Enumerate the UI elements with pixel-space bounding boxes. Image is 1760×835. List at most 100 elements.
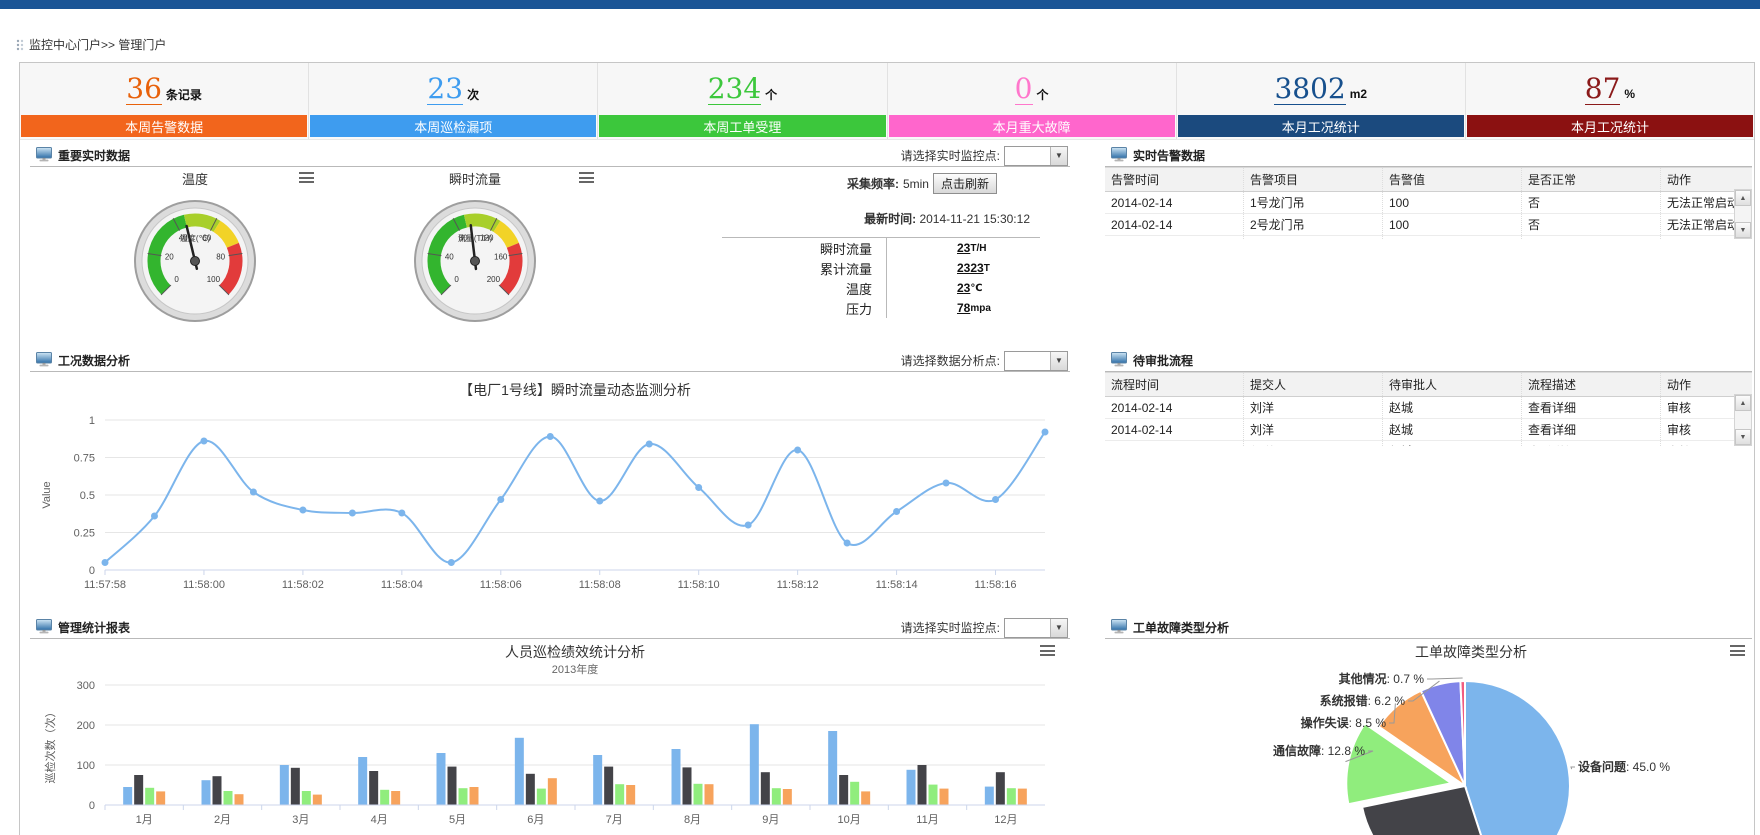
column-header: 流程描述 [1522,373,1661,397]
svg-text:Value: Value [41,481,53,508]
panel-alarms-header: 实时告警数据 [1105,145,1752,167]
chevron-down-icon: ▼ [1050,147,1067,165]
stat-card-3: 0个本月重大故障 [888,63,1177,139]
approvals-scrollbar[interactable]: ▲ ▼ [1734,394,1752,446]
scroll-down-icon[interactable]: ▼ [1735,429,1751,445]
table-cell: 2014-02-14 [1105,419,1244,441]
monitor-icon [36,147,52,165]
bar-chart-menu-icon[interactable] [1040,645,1055,656]
column-header: 告警值 [1383,168,1522,192]
stat-number[interactable]: 87 [1585,74,1621,105]
panel-approvals-title: 待审批流程 [1133,352,1193,369]
svg-text:3月: 3月 [292,814,309,826]
column-header: 待审批人 [1383,373,1522,397]
panel-realtime-title: 重要实时数据 [58,147,130,164]
realtime-info: 采集频率: 5min 点击刷新 最新时间: 2014-11-21 15:30:1… [690,173,1052,318]
stat-number[interactable]: 36 [126,74,162,105]
table-row: 2014-02-14刘洋赵城查看详细审核 [1105,419,1752,441]
table-cell: 2014-02-14 [1105,236,1244,240]
gauge-flow-menu-icon[interactable] [579,172,594,183]
table-row: 2014-02-141号龙门吊100否无法正常启动 [1105,192,1752,214]
reports-point-select[interactable]: ▼ [1004,618,1068,638]
svg-text:0: 0 [89,800,95,812]
chevron-down-icon: ▼ [1050,619,1067,637]
column-header: 告警项目 [1244,168,1383,192]
stat-unit: m2 [1350,87,1367,101]
main-frame: 36条记录本周告警数据23次本周巡检漏项234个本周工单受理0个本月重大故障38… [19,62,1755,835]
svg-text:100: 100 [77,760,95,772]
monitor-icon [1111,352,1127,370]
breadcrumb[interactable]: 监控中心门户>> 管理门户 [16,36,166,53]
svg-text:0.75: 0.75 [74,453,95,465]
stat-number[interactable]: 0 [1015,74,1033,105]
pie-chart-menu-icon[interactable] [1730,645,1745,656]
svg-text:100: 100 [207,275,221,284]
monitor-icon [1111,619,1127,637]
svg-text:11:58:02: 11:58:02 [282,579,324,591]
table-cell: 100 [1383,236,1522,240]
svg-text:11:57:58: 11:57:58 [84,579,126,591]
stat-number[interactable]: 3802 [1274,74,1345,105]
table-cell: 刘洋 [1244,441,1383,447]
scroll-up-icon[interactable]: ▲ [1735,190,1751,206]
scroll-down-icon[interactable]: ▼ [1735,222,1751,238]
svg-text:11:58:16: 11:58:16 [975,579,1017,591]
stat-unit: 个 [765,86,777,103]
panel-analysis-title: 工况数据分析 [58,352,130,369]
stat-number[interactable]: 234 [708,74,761,105]
table-cell: 2014-02-14 [1105,192,1244,214]
scroll-up-icon[interactable]: ▲ [1735,395,1751,411]
table-cell: 1号龙门吊 [1244,192,1383,214]
reading-row: 累计流量2323T [722,258,1040,278]
panel-analysis-header: 工况数据分析 请选择数据分析点: ▼ [30,350,1070,372]
monitor-icon [1111,147,1127,165]
flow-line-chart: 【电厂1号线】瞬时流量动态监测分析00.250.50.751Value11:57… [30,375,1070,610]
collect-rate-label: 采集频率: [847,175,899,192]
svg-text:11月: 11月 [916,814,938,826]
table-cell: 刘洋 [1244,397,1383,419]
reports-point-select-label: 请选择实时监控点: [901,619,1000,636]
column-header: 告警时间 [1105,168,1244,192]
table-cell: 否 [1522,192,1661,214]
stat-label-bar: 本周巡检漏项 [310,115,596,137]
column-header: 动作 [1661,168,1753,192]
alarms-table-wrap: 告警时间告警项目告警值是否正常动作2014-02-141号龙门吊100否无法正常… [1105,167,1752,239]
reading-row: 压力78mpa [722,298,1040,318]
stat-label-bar: 本周工单受理 [599,115,885,137]
panel-faults-header: 工单故障类型分析 [1105,617,1752,639]
stat-number[interactable]: 23 [427,74,463,105]
svg-text:11:58:12: 11:58:12 [777,579,819,591]
alarms-scrollbar[interactable]: ▲ ▼ [1734,189,1752,239]
monitor-point-select[interactable]: ▼ [1004,146,1068,166]
svg-text:4月: 4月 [371,814,388,826]
svg-text:20: 20 [165,252,174,261]
table-row: 2014-02-142号龙门吊100否无法正常启动 [1105,214,1752,236]
svg-text:11:58:08: 11:58:08 [579,579,621,591]
stat-card-1: 23次本周巡检漏项 [309,63,598,139]
svg-text:9月: 9月 [762,814,779,826]
svg-text:40: 40 [445,252,454,261]
table-cell: 2014-02-14 [1105,441,1244,447]
refresh-button[interactable]: 点击刷新 [933,173,997,194]
svg-text:11:58:10: 11:58:10 [678,579,720,591]
reading-row: 瞬时流量23T/H [722,238,1040,258]
analysis-point-select[interactable]: ▼ [1004,351,1068,371]
svg-text:12月: 12月 [994,814,1017,826]
chevron-down-icon: ▼ [1050,352,1067,370]
panel-reports-title: 管理统计报表 [58,619,130,636]
table-cell: 2014-02-14 [1105,397,1244,419]
svg-text:1: 1 [89,415,95,427]
svg-text:0: 0 [89,565,95,577]
svg-text:160: 160 [494,252,508,261]
breadcrumb-text: 监控中心门户>> 管理门户 [29,36,166,53]
gauge-block-temperature: 温度 020406080100温度(℃) [60,169,330,325]
table-cell: 2014-02-14 [1105,214,1244,236]
approvals-table: 流程时间提交人待审批人流程描述动作2014-02-14刘洋赵城查看详细审核201… [1105,372,1752,446]
gauge-flow-title: 瞬时流量 [449,172,501,187]
svg-text:设备问题: 45.0 %: 设备问题: 45.0 % [1578,759,1670,774]
table-cell: 2号龙门吊 [1244,214,1383,236]
stat-card-4: 3802m2本月工况统计 [1177,63,1466,139]
gauge-temperature-menu-icon[interactable] [299,172,314,183]
table-cell: 100 [1383,214,1522,236]
latest-time-value: 2014-11-21 15:30:12 [919,212,1030,226]
